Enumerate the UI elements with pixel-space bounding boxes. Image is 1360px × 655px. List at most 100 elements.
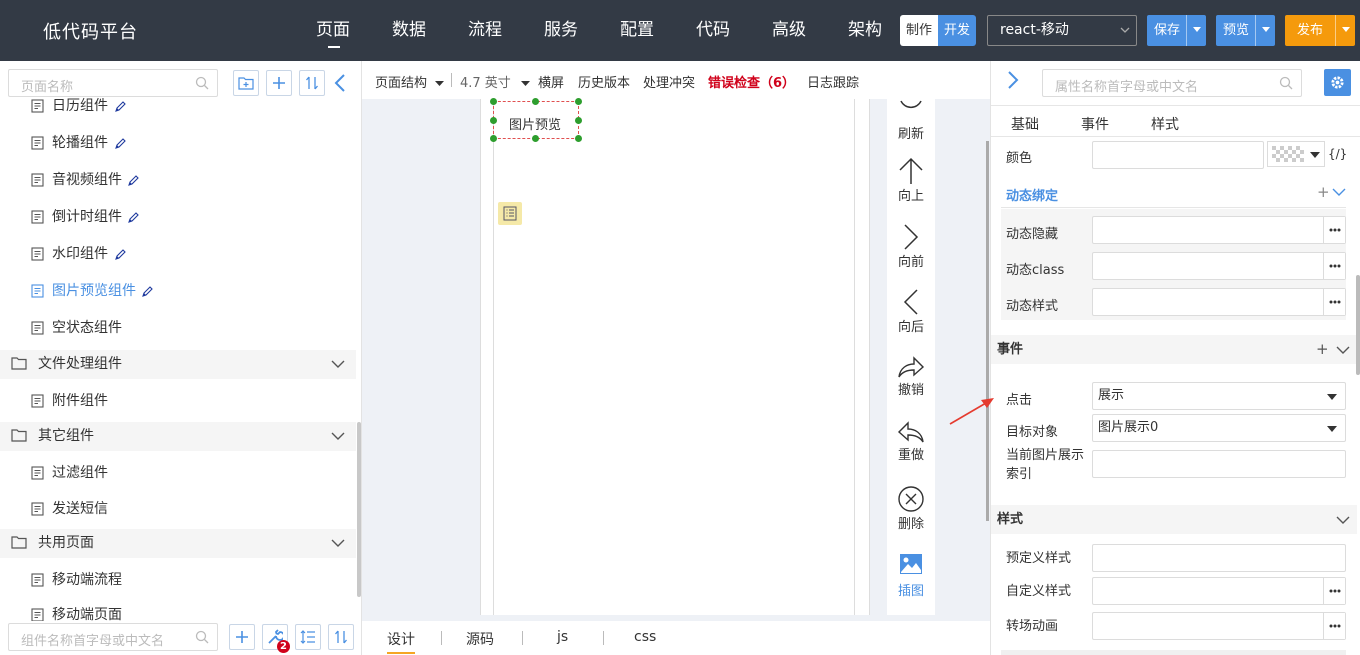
tree-item[interactable]: 音视频组件 bbox=[0, 164, 356, 196]
resize-handle[interactable] bbox=[532, 98, 539, 105]
tree-item[interactable]: 过滤组件 bbox=[0, 457, 356, 489]
dynamic-class-input[interactable] bbox=[1092, 252, 1346, 280]
tab-design[interactable]: 设计 bbox=[387, 629, 415, 654]
transition-input[interactable] bbox=[1092, 612, 1346, 640]
edit-pencil-icon[interactable] bbox=[142, 285, 153, 297]
selected-component[interactable]: 图片预览 bbox=[493, 101, 579, 139]
conflict-button[interactable]: 处理冲突 bbox=[643, 72, 695, 91]
tree-item[interactable]: 发送短信 bbox=[0, 493, 356, 525]
log-trace-button[interactable]: 日志跟踪 bbox=[807, 72, 859, 91]
history-button[interactable]: 历史版本 bbox=[578, 72, 630, 91]
edit-pencil-icon[interactable] bbox=[115, 248, 126, 260]
delete-button[interactable]: 删除 bbox=[887, 485, 935, 532]
nav-item-config[interactable]: 配置 bbox=[619, 0, 695, 61]
resize-handle[interactable] bbox=[532, 135, 539, 142]
sort-button[interactable] bbox=[299, 70, 325, 96]
project-select[interactable]: react-移动 bbox=[987, 15, 1137, 46]
chevron-down-icon[interactable] bbox=[1336, 516, 1350, 525]
more-icon[interactable] bbox=[1323, 289, 1345, 315]
settings-button[interactable] bbox=[1324, 69, 1351, 96]
add-component-button[interactable] bbox=[229, 624, 255, 650]
mode-dev-button[interactable]: 开发 bbox=[938, 15, 976, 46]
expand-panel-icon[interactable] bbox=[1007, 71, 1019, 89]
edit-pencil-icon[interactable] bbox=[115, 100, 126, 112]
resize-handle[interactable] bbox=[490, 98, 497, 105]
list-order-button[interactable] bbox=[295, 624, 321, 650]
color-input[interactable] bbox=[1092, 141, 1264, 169]
chevron-down-icon[interactable] bbox=[1332, 188, 1346, 197]
preview-dropdown-icon[interactable] bbox=[1255, 15, 1275, 46]
nav-item-data[interactable]: 数据 bbox=[391, 0, 467, 61]
predefined-style-input[interactable] bbox=[1092, 544, 1346, 572]
tree-item[interactable]: 移动端流程 bbox=[0, 564, 356, 596]
chevron-down-icon[interactable] bbox=[331, 539, 345, 548]
dynamic-hide-input[interactable] bbox=[1092, 216, 1346, 244]
nav-item-flow[interactable]: 流程 bbox=[467, 0, 543, 61]
events-section-header[interactable]: 事件 + bbox=[991, 335, 1357, 364]
styles-section-header[interactable]: 样式 bbox=[991, 505, 1357, 534]
chevron-down-icon[interactable] bbox=[1336, 346, 1350, 355]
save-button[interactable]: 保存 bbox=[1147, 15, 1206, 46]
preview-button[interactable]: 预览 bbox=[1216, 15, 1275, 46]
resize-handle[interactable] bbox=[575, 117, 582, 124]
add-folder-button[interactable] bbox=[233, 70, 259, 96]
property-search-input[interactable]: 属性名称首字母或中文名 bbox=[1042, 69, 1302, 97]
publish-button[interactable]: 发布 bbox=[1285, 15, 1355, 46]
resize-handle[interactable] bbox=[490, 135, 497, 142]
tab-js[interactable]: js bbox=[557, 629, 568, 645]
edit-pencil-icon[interactable] bbox=[128, 174, 139, 186]
forward-button[interactable]: 向前 bbox=[887, 223, 935, 270]
tree-item[interactable]: 空状态组件 bbox=[0, 312, 356, 344]
tree-item[interactable]: 倒计时组件 bbox=[0, 201, 356, 233]
screen-size-dropdown[interactable]: 4.7 英寸 bbox=[460, 72, 530, 91]
mode-make-button[interactable]: 制作 bbox=[900, 15, 938, 46]
component-search-input[interactable]: 组件名称首字母或中文名 bbox=[8, 623, 218, 651]
tab-source[interactable]: 源码 bbox=[466, 629, 494, 649]
nav-item-service[interactable]: 服务 bbox=[543, 0, 619, 61]
target-object-select[interactable]: 图片展示0 bbox=[1092, 414, 1346, 442]
more-icon[interactable] bbox=[1323, 613, 1345, 639]
right-scrollbar[interactable] bbox=[1356, 275, 1360, 375]
publish-dropdown-icon[interactable] bbox=[1335, 15, 1355, 46]
add-page-button[interactable] bbox=[266, 70, 292, 96]
tree-folder[interactable]: 其它组件 bbox=[0, 422, 356, 451]
error-check-button[interactable]: 错误检查（6） bbox=[708, 72, 795, 91]
nav-item-advanced[interactable]: 高级 bbox=[771, 0, 847, 61]
nav-item-pages[interactable]: 页面 bbox=[315, 0, 391, 61]
tree-item[interactable]: 附件组件 bbox=[0, 385, 356, 417]
refresh-button[interactable]: 刷新 bbox=[887, 99, 935, 142]
tree-folder[interactable]: 共用页面 bbox=[0, 529, 356, 558]
resize-handle[interactable] bbox=[575, 98, 582, 105]
nav-item-code[interactable]: 代码 bbox=[695, 0, 771, 61]
add-event-icon[interactable]: + bbox=[1316, 335, 1329, 364]
save-dropdown-icon[interactable] bbox=[1186, 15, 1206, 46]
insert-image-button[interactable]: 插图 bbox=[887, 553, 935, 599]
chevron-down-icon[interactable] bbox=[331, 432, 345, 441]
tree-item[interactable]: 水印组件 bbox=[0, 238, 356, 270]
chevron-down-icon[interactable] bbox=[331, 360, 345, 369]
phone-screen[interactable] bbox=[493, 99, 855, 615]
tab-css[interactable]: css bbox=[634, 629, 656, 645]
edit-pencil-icon[interactable] bbox=[115, 137, 126, 149]
tree-item[interactable]: 移动端页面 bbox=[0, 599, 356, 621]
page-search-input[interactable]: 页面名称 bbox=[8, 69, 218, 97]
tree-item[interactable]: 日历组件 bbox=[0, 97, 356, 122]
tools-button[interactable]: 2 bbox=[262, 624, 290, 653]
resize-handle[interactable] bbox=[490, 117, 497, 124]
more-icon[interactable] bbox=[1323, 578, 1345, 604]
click-action-select[interactable]: 展示 bbox=[1092, 382, 1346, 410]
page-structure-dropdown[interactable]: 页面结构 bbox=[375, 72, 445, 91]
tree-folder[interactable]: 文件处理组件 bbox=[0, 350, 356, 379]
backward-button[interactable]: 向后 bbox=[887, 288, 935, 335]
more-icon[interactable] bbox=[1323, 217, 1345, 243]
color-picker[interactable] bbox=[1267, 141, 1325, 167]
custom-style-input[interactable] bbox=[1092, 577, 1346, 605]
tab-styles[interactable]: 样式 bbox=[1151, 114, 1179, 134]
formula-button[interactable]: {/} bbox=[1328, 147, 1347, 161]
image-index-input[interactable] bbox=[1092, 450, 1346, 478]
undo-button[interactable]: 撤销 bbox=[887, 355, 935, 398]
left-scrollbar[interactable] bbox=[357, 422, 361, 597]
move-up-button[interactable]: 向上 bbox=[887, 157, 935, 204]
canvas-scrollbar[interactable] bbox=[986, 141, 989, 521]
collapse-panel-icon[interactable] bbox=[334, 74, 346, 92]
